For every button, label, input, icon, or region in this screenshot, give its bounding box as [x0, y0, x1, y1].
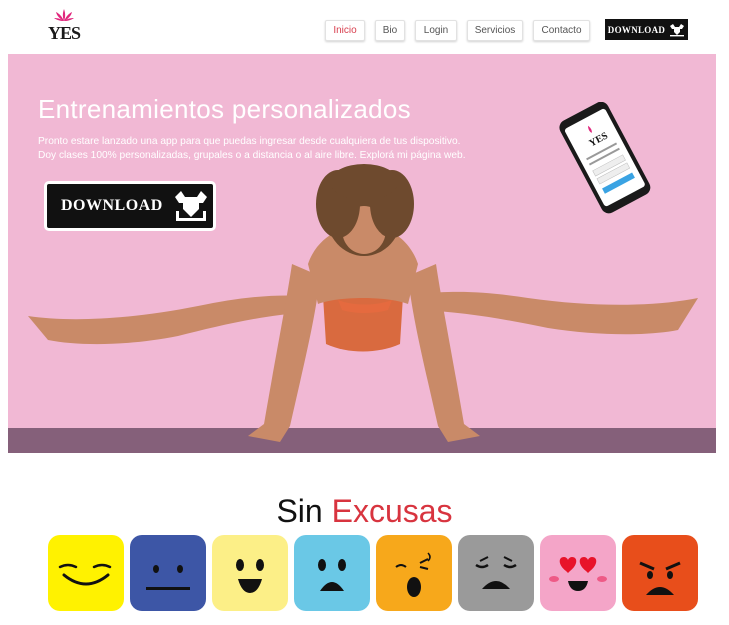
hero-download-button[interactable]: DOWNLOAD: [44, 181, 216, 231]
section-title-word1: Sin: [276, 493, 323, 529]
section-title-word2: Excusas: [331, 493, 453, 529]
hero-description-line1: Pronto estare lanzado una app para que p…: [38, 136, 461, 147]
nav-inicio[interactable]: Inicio: [325, 20, 365, 41]
disappointed-face-icon: [458, 535, 534, 611]
muscle-download-icon: [174, 191, 207, 221]
nav-login[interactable]: Login: [415, 20, 457, 41]
hero-description-line2: Doy clases 100% personalizadas, grupales…: [38, 150, 466, 161]
hero-title: Entrenamientos personalizados: [38, 94, 411, 124]
nav-bio[interactable]: Bio: [375, 20, 405, 41]
sad-face-icon: [294, 535, 370, 611]
phone-mockup: YES: [559, 102, 651, 214]
site-header: YES Inicio Bio Login Servicios Contacto …: [0, 0, 729, 54]
smiling-face-icon: [212, 535, 288, 611]
nav-servicios[interactable]: Servicios: [467, 20, 523, 41]
heart-eyes-face-icon: [540, 535, 616, 611]
header-download-button[interactable]: DOWNLOAD: [605, 19, 688, 40]
happy-face-icon: [48, 535, 124, 611]
section-title: Sin Excusas: [0, 493, 729, 530]
muscle-download-icon: [670, 23, 685, 36]
site-logo[interactable]: YES: [46, 9, 82, 45]
header-download-label: DOWNLOAD: [607, 24, 666, 35]
hero-banner: Entrenamientos personalizados Pronto est…: [8, 54, 716, 453]
logo-text: YES: [48, 23, 81, 43]
hero-download-label: DOWNLOAD: [61, 197, 163, 214]
neutral-face-icon: [130, 535, 206, 611]
nav-contacto[interactable]: Contacto: [533, 20, 590, 41]
angry-face-icon: [622, 535, 698, 611]
surprised-face-icon: [376, 535, 452, 611]
